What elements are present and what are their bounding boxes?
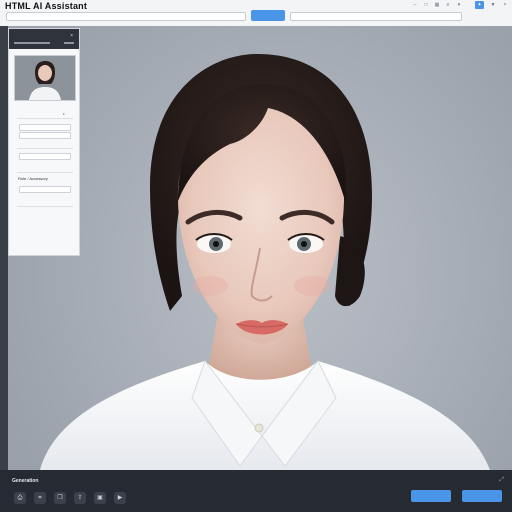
layers-icon[interactable]: ≡	[445, 2, 451, 8]
close-icon[interactable]: ×	[70, 33, 73, 39]
app-title: HTML AI Assistant	[5, 1, 88, 11]
text-field[interactable]	[19, 124, 71, 131]
text-field[interactable]	[19, 153, 71, 160]
generate-button[interactable]	[251, 10, 285, 21]
settings-button[interactable]: ✦	[475, 1, 484, 9]
name-label: Role / Accessory	[18, 176, 48, 181]
panel-row[interactable]	[17, 141, 73, 149]
filter-icon[interactable]: ▼	[490, 2, 496, 8]
panel-row[interactable]	[17, 199, 73, 207]
bottom-title: Generation	[12, 478, 39, 484]
crop-icon[interactable]: ⌗	[34, 492, 46, 504]
text-field[interactable]	[19, 186, 71, 193]
thumbnail-image	[15, 56, 75, 100]
share-icon[interactable]: ⇪	[74, 492, 86, 504]
generate-button[interactable]	[411, 490, 451, 502]
properties-panel: × ▸ Role / Accessory	[8, 28, 80, 256]
maximize-icon[interactable]: □	[423, 2, 429, 8]
panel-subtitle-bar	[14, 42, 50, 44]
reference-thumbnail[interactable]	[14, 55, 76, 101]
settings-icon: ✦	[477, 2, 482, 8]
chevron-icon: ▸	[62, 111, 65, 116]
chevron-down-icon[interactable]: ▾	[456, 2, 462, 8]
prompt-input[interactable]	[6, 12, 246, 21]
panel-subtitle-bar	[64, 42, 74, 44]
text-field[interactable]	[19, 132, 71, 139]
panel-row[interactable]	[17, 165, 73, 173]
panel-row[interactable]: ▸	[17, 111, 73, 119]
panel-header: ×	[9, 29, 79, 49]
gallery-icon[interactable]: ▣	[94, 492, 106, 504]
bottom-toolbar: Generation ⤢ ⎙ ⌗ ❐ ⇪ ▣ ▶	[0, 470, 512, 512]
close-icon[interactable]: ×	[502, 2, 508, 8]
copy-icon[interactable]: ❐	[54, 492, 66, 504]
secondary-input[interactable]	[290, 12, 462, 21]
top-toolbar: HTML AI Assistant – □ ▦ ≡ ▾ ✦ ▼ ×	[0, 0, 512, 27]
camera-icon[interactable]: ⎙	[14, 492, 26, 504]
grid-icon[interactable]: ▦	[434, 2, 440, 8]
expand-icon[interactable]: ⤢	[499, 477, 504, 484]
minimize-icon[interactable]: –	[412, 2, 418, 8]
export-button[interactable]	[462, 490, 502, 502]
video-icon[interactable]: ▶	[114, 492, 126, 504]
viewport-edge	[0, 26, 8, 470]
